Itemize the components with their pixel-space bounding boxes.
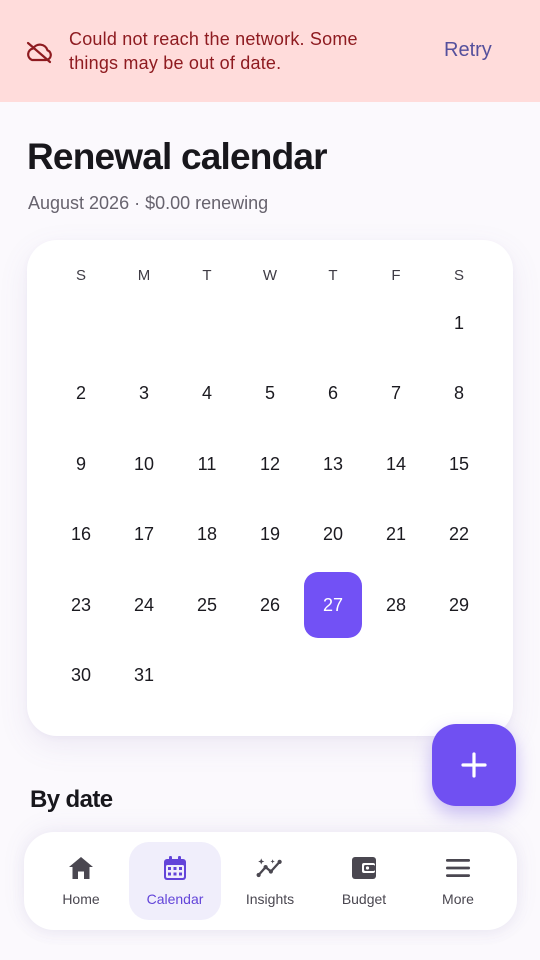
calendar-day[interactable]: 15 xyxy=(430,431,488,497)
home-icon xyxy=(67,854,95,882)
calendar-day[interactable]: 23 xyxy=(52,572,110,638)
weekday-label: M xyxy=(137,267,151,284)
calendar-icon xyxy=(161,854,189,882)
calendar-day[interactable]: 17 xyxy=(115,501,173,567)
plus-icon xyxy=(461,752,487,778)
offline-banner: Could not reach the network. Some things… xyxy=(0,0,540,102)
insights-icon xyxy=(256,854,284,882)
nav-label: Home xyxy=(62,891,100,907)
calendar-day[interactable]: 20 xyxy=(304,501,362,567)
calendar-day[interactable]: 24 xyxy=(115,572,173,638)
calendar-day[interactable]: 16 xyxy=(52,501,110,567)
calendar-day[interactable]: 14 xyxy=(367,431,425,497)
weekday-label: T xyxy=(202,267,212,284)
calendar-day[interactable]: 25 xyxy=(178,572,236,638)
calendar-day[interactable]: 19 xyxy=(241,501,299,567)
nav-item-more[interactable]: More xyxy=(412,842,504,920)
nav-item-insights[interactable]: Insights xyxy=(224,842,316,920)
calendar-day[interactable]: 9 xyxy=(52,431,110,497)
calendar-day[interactable]: 12 xyxy=(241,431,299,497)
calendar-day[interactable]: 30 xyxy=(52,642,110,708)
wallet-icon xyxy=(350,854,378,882)
weekday-label: F xyxy=(391,267,401,284)
calendar-day[interactable]: 4 xyxy=(178,360,236,426)
calendar-day[interactable]: 2 xyxy=(52,360,110,426)
add-subscription-button[interactable] xyxy=(432,724,516,806)
page-title: Renewal calendar xyxy=(27,136,328,177)
weekday-label: S xyxy=(75,267,86,284)
weekday-label: W xyxy=(262,267,278,284)
calendar-day[interactable]: 26 xyxy=(241,572,299,638)
calendar-day[interactable]: 7 xyxy=(367,360,425,426)
calendar-day[interactable]: 11 xyxy=(178,431,236,497)
nav-label: More xyxy=(442,891,474,907)
calendar-day[interactable]: 28 xyxy=(367,572,425,638)
calendar-day[interactable]: 10 xyxy=(115,431,173,497)
calendar-day[interactable]: 22 xyxy=(430,501,488,567)
calendar-day[interactable]: 31 xyxy=(115,642,173,708)
calendar-day[interactable]: 21 xyxy=(367,501,425,567)
banner-message: Could not reach the network. Some things… xyxy=(69,29,358,73)
nav-label: Budget xyxy=(341,891,387,907)
retry-button[interactable]: Retry xyxy=(444,39,492,62)
calendar-day[interactable]: 6 xyxy=(304,360,362,426)
calendar-day[interactable]: 8 xyxy=(430,360,488,426)
calendar-day[interactable]: 13 xyxy=(304,431,362,497)
cloud-off-icon xyxy=(26,41,52,64)
nav-item-home[interactable]: Home xyxy=(35,842,127,920)
calendar-day[interactable]: 29 xyxy=(430,572,488,638)
nav-item-budget[interactable]: Budget xyxy=(318,842,410,920)
calendar-day[interactable]: 18 xyxy=(178,501,236,567)
calendar-day[interactable]: 5 xyxy=(241,360,299,426)
nav-item-calendar[interactable]: Calendar xyxy=(129,842,221,920)
nav-label: Insights xyxy=(245,891,295,907)
calendar-day[interactable]: 3 xyxy=(115,360,173,426)
calendar-day[interactable]: 1 xyxy=(430,290,488,356)
weekday-label: S xyxy=(453,267,464,284)
calendar-day-selected[interactable]: 27 xyxy=(304,572,362,638)
section-title-by-date: By date xyxy=(30,786,113,813)
weekday-label: T xyxy=(328,267,338,284)
nav-label: Calendar xyxy=(146,891,204,907)
menu-icon xyxy=(444,854,472,882)
page-subtitle: August 2026 · $0.00 renewing xyxy=(28,193,269,213)
